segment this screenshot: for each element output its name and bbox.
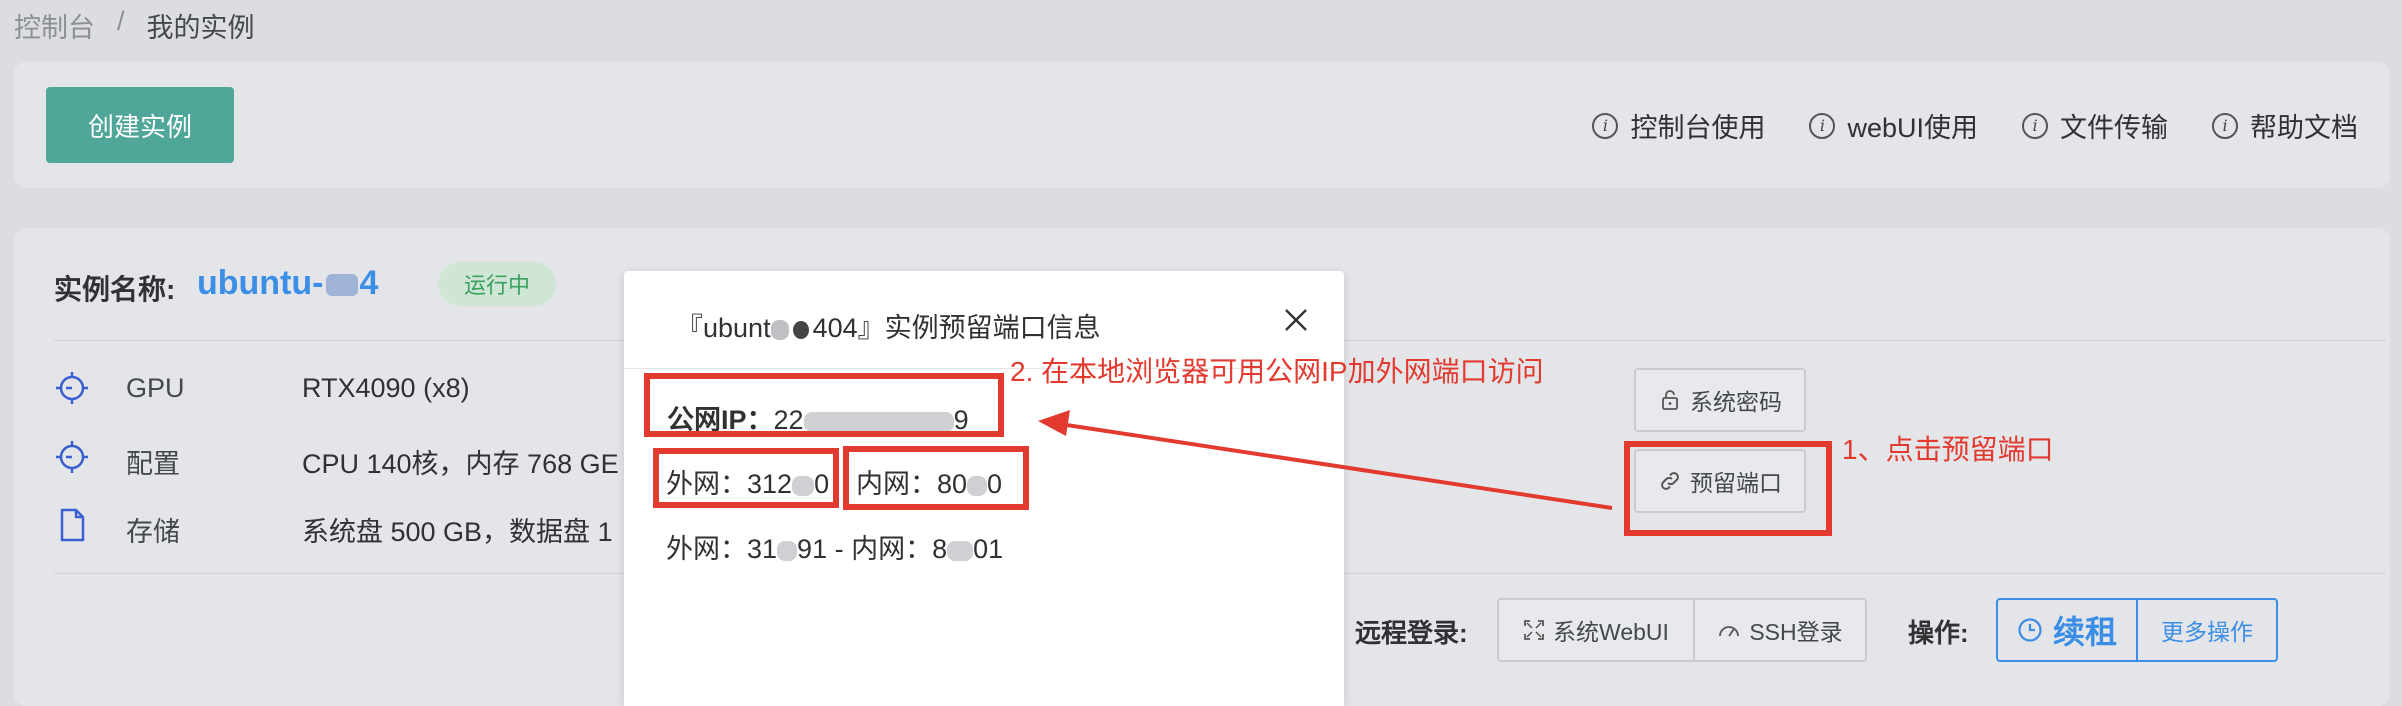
annotation-arrow	[1038, 410, 1613, 510]
